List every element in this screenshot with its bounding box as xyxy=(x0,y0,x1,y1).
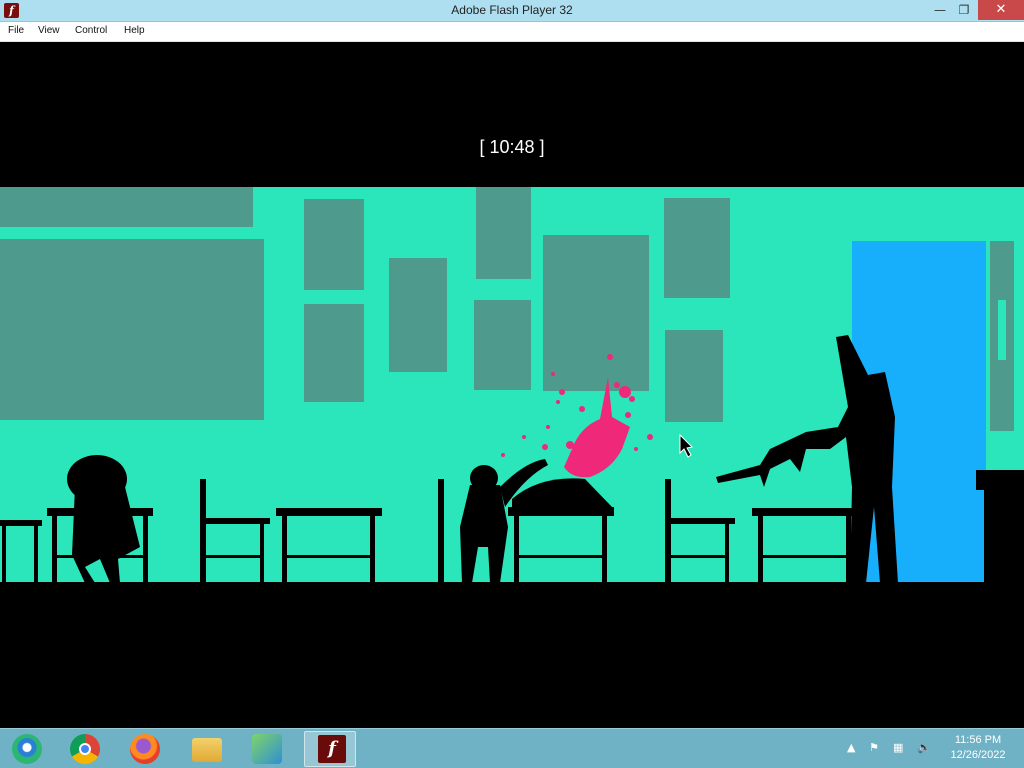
flash-player-icon: f xyxy=(318,735,346,763)
restore-button[interactable]: ❐ xyxy=(953,0,975,20)
flash-stage[interactable]: [ 10:48 ] xyxy=(0,42,1024,728)
taskbar-file-explorer[interactable] xyxy=(182,731,234,767)
attacker-silhouette xyxy=(716,335,898,583)
file-explorer-icon xyxy=(192,738,222,762)
blood-splatter xyxy=(501,354,653,478)
floor xyxy=(0,582,1024,583)
menu-view[interactable]: View xyxy=(38,25,60,36)
taskbar-flash-player[interactable]: f xyxy=(304,731,356,767)
window-title: Adobe Flash Player 32 xyxy=(451,3,573,17)
desk-top xyxy=(508,507,614,516)
taskbar-firefox[interactable] xyxy=(120,731,172,767)
show-hidden-icons-icon[interactable]: ▲ xyxy=(847,741,855,754)
network-icon[interactable]: ▦ xyxy=(893,741,903,754)
menu-file[interactable]: File xyxy=(8,25,24,36)
menu-bar: File View Control Help xyxy=(0,22,1024,42)
action-center-flag-icon[interactable]: ⚑ xyxy=(869,741,879,754)
menu-help[interactable]: Help xyxy=(124,25,145,36)
clock-date: 12/26/2022 xyxy=(950,749,1006,761)
menu-control[interactable]: Control xyxy=(75,25,107,36)
clock-time: 11:56 PM xyxy=(954,734,1002,746)
close-button[interactable]: ✕ xyxy=(978,0,1024,20)
title-bar: f Adobe Flash Player 32 — ❐ ✕ xyxy=(0,0,1024,22)
mouse-cursor-icon xyxy=(679,433,694,458)
classroom-scene[interactable] xyxy=(0,187,1024,583)
desk-top xyxy=(0,520,42,526)
chrome-icon xyxy=(70,734,100,764)
game-clock: [ 10:48 ] xyxy=(479,137,545,157)
desk-top xyxy=(752,508,858,516)
taskbar-chrome[interactable] xyxy=(60,731,112,767)
taskbar-media-center[interactable] xyxy=(2,731,54,767)
desk-top xyxy=(276,508,382,516)
firefox-icon xyxy=(130,734,160,764)
taskbar-network-users[interactable] xyxy=(242,731,294,767)
media-center-icon xyxy=(12,734,42,764)
scene-silhouettes xyxy=(0,335,1024,583)
network-users-icon xyxy=(252,734,282,764)
system-clock[interactable]: 11:56 PM 12/26/2022 xyxy=(938,733,1018,763)
taskbar: f ▲ ⚑ ▦ 🔈 11:56 PM 12/26/2022 xyxy=(0,728,1024,768)
volume-icon[interactable]: 🔈 xyxy=(917,741,931,754)
minimize-button[interactable]: — xyxy=(929,0,951,20)
